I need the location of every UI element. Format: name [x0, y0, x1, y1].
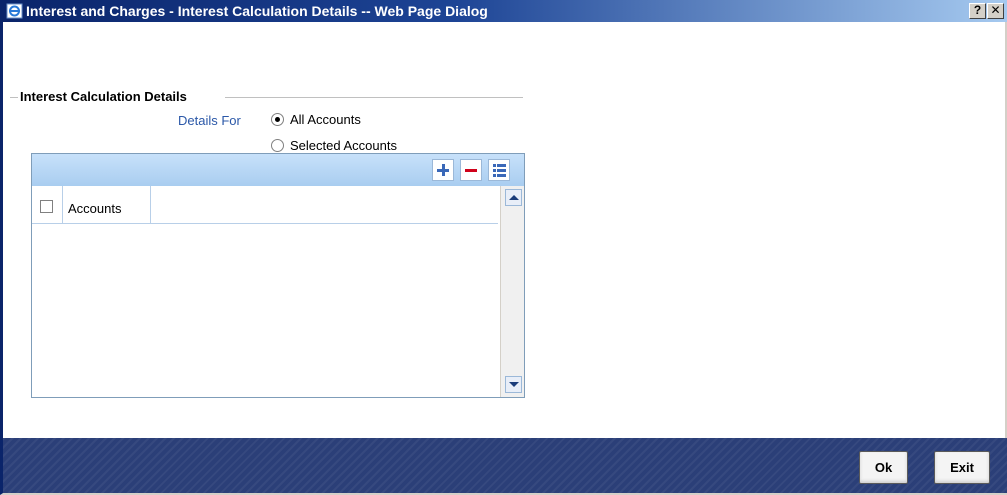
grid-toolbar	[32, 154, 524, 186]
ie-page-icon	[6, 3, 23, 19]
close-button[interactable]: ✕	[987, 3, 1004, 19]
radio-selected-accounts[interactable]: Selected Accounts	[271, 138, 397, 153]
single-view-button[interactable]	[488, 159, 510, 181]
minus-icon	[465, 169, 477, 172]
header-separator	[150, 186, 151, 224]
radio-all-accounts-label[interactable]: All Accounts	[290, 112, 361, 127]
help-button[interactable]: ?	[969, 3, 986, 19]
exit-button[interactable]: Exit	[934, 451, 990, 484]
ok-button[interactable]: Ok	[859, 451, 908, 484]
dialog-window: Interest and Charges - Interest Calculat…	[0, 0, 1007, 495]
select-all-checkbox[interactable]	[40, 200, 53, 213]
add-row-button[interactable]	[432, 159, 454, 181]
dialog-footer: Ok Exit	[3, 438, 1007, 493]
arrow-down-icon	[509, 382, 519, 387]
radio-selected-accounts-button[interactable]	[271, 139, 284, 152]
radio-selected-accounts-label[interactable]: Selected Accounts	[290, 138, 397, 153]
details-for-label: Details For	[178, 113, 241, 128]
radio-all-accounts-button[interactable]	[271, 113, 284, 126]
accounts-grid: Accounts	[31, 153, 525, 398]
radio-all-accounts[interactable]: All Accounts	[271, 112, 361, 127]
fieldset-divider-left	[10, 97, 18, 98]
title-bar[interactable]: Interest and Charges - Interest Calculat…	[3, 0, 1007, 22]
grid-header-row: Accounts	[32, 186, 498, 224]
delete-row-button[interactable]	[460, 159, 482, 181]
scroll-down-button[interactable]	[505, 376, 522, 393]
grid-vertical-scrollbar[interactable]	[500, 186, 524, 397]
fieldset-divider-right	[225, 97, 523, 98]
arrow-up-icon	[509, 195, 519, 200]
section-legend: Interest Calculation Details	[18, 89, 189, 104]
window-title: Interest and Charges - Interest Calculat…	[26, 3, 488, 19]
column-header-accounts[interactable]: Accounts	[68, 201, 121, 216]
list-view-icon	[493, 164, 506, 177]
header-separator	[62, 186, 63, 224]
scroll-up-button[interactable]	[505, 189, 522, 206]
